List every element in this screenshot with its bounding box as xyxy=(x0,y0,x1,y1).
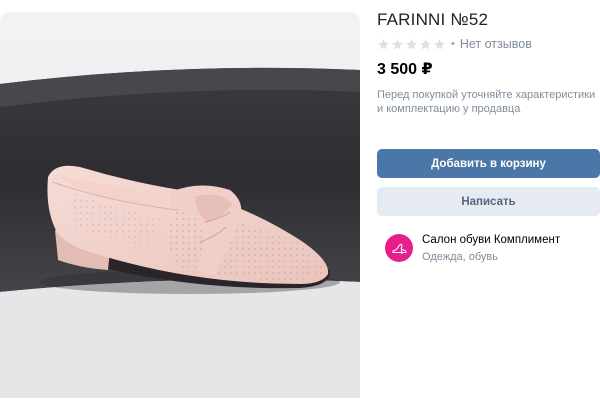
product-title: FARINNI №52 xyxy=(377,10,489,29)
seller-category: Одежда, обувь xyxy=(422,251,498,263)
seller-card[interactable]: Салон обуви Комплимент Одежда, обувь xyxy=(385,232,560,264)
seller-avatar[interactable] xyxy=(385,234,413,262)
purchase-note: Перед покупкой уточняйте характеристики … xyxy=(377,89,596,115)
reviews-count[interactable]: Нет отзывов xyxy=(460,37,532,51)
rating-row[interactable]: • Нет отзывов xyxy=(377,36,532,52)
star-icon xyxy=(434,38,445,49)
product-price: 3 500 ₽ xyxy=(377,61,433,78)
star-icon xyxy=(392,38,403,49)
write-message-button[interactable]: Написать xyxy=(377,187,600,216)
shoe-logo-icon xyxy=(392,243,407,255)
star-icon xyxy=(378,38,389,49)
separator-dot: • xyxy=(451,38,455,50)
add-to-cart-button[interactable]: Добавить в корзину xyxy=(377,149,600,178)
star-icon xyxy=(420,38,431,49)
star-icon xyxy=(406,38,417,49)
shoe-image xyxy=(0,12,360,398)
product-photo[interactable] xyxy=(0,12,360,398)
seller-name[interactable]: Салон обуви Комплимент xyxy=(422,233,560,248)
